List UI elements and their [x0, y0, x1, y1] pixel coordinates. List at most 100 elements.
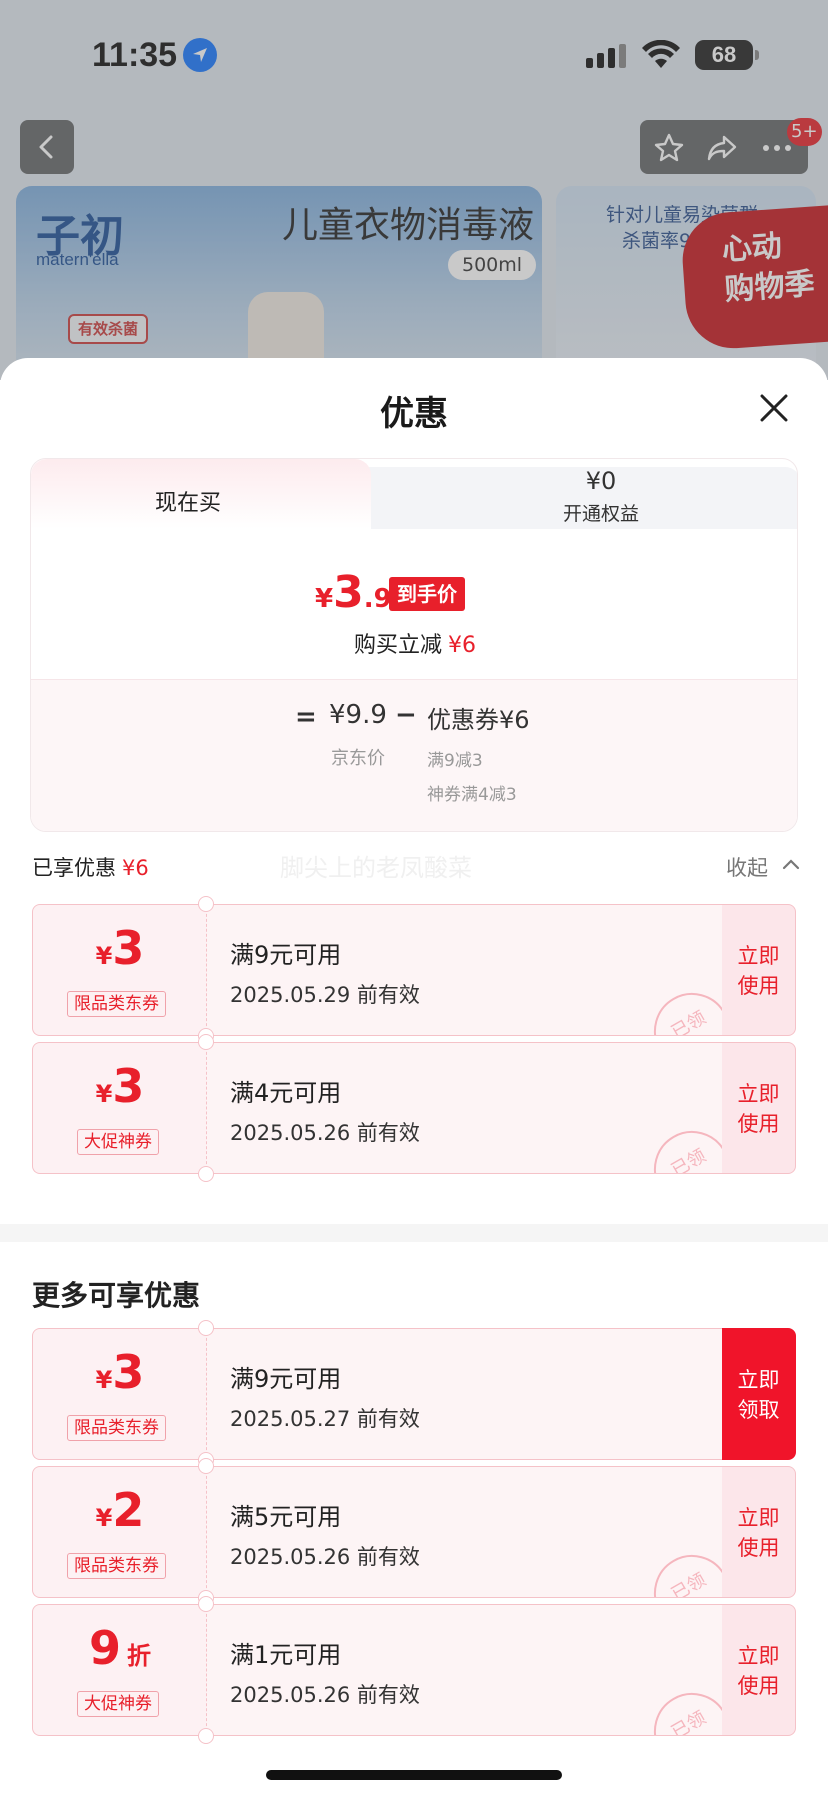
- coupon-info: 满5元可用 2025.05.26 前有效 已领: [206, 1466, 722, 1598]
- coupon-notch: [198, 1728, 214, 1744]
- coupon-value: 3: [112, 921, 145, 975]
- coupon-amount: 9折: [33, 1621, 207, 1675]
- calc-original-label: 京东价: [331, 748, 385, 769]
- coupon-card[interactable]: ¥3 限品类东券 满9元可用 2025.05.29 前有效 已领 立即 使用: [32, 896, 796, 1044]
- tab-buy-now[interactable]: 现在买: [31, 459, 371, 529]
- use-now-button[interactable]: 立即 使用: [722, 904, 796, 1036]
- tab-membership-amount: ¥0: [585, 467, 617, 495]
- discount-sheet: 优惠 ¥0 开通权益 现在买 ¥3.9 到手价 购买立减 ¥6 = ¥9.9 − …: [0, 358, 828, 1795]
- coupon-notch: [198, 896, 214, 912]
- claimed-stamp: 已领: [640, 1117, 722, 1173]
- coupon-separator: [206, 1466, 207, 1598]
- home-indicator[interactable]: [266, 1770, 562, 1780]
- section-divider: [0, 1224, 828, 1242]
- claimed-stamp: 已领: [640, 1541, 722, 1597]
- coupon-type: 大促神券: [77, 1129, 159, 1155]
- coupon-separator: [206, 1042, 207, 1174]
- coupon-card[interactable]: ¥2 限品类东券 满5元可用 2025.05.26 前有效 已领 立即 使用: [32, 1458, 796, 1606]
- use-now-button[interactable]: 立即 使用: [722, 1466, 796, 1598]
- instant-discount-label: 购买立减: [353, 633, 442, 658]
- watermark: 脚尖上的老凤酸菜: [280, 854, 472, 882]
- coupon-amount: ¥2: [33, 1483, 207, 1537]
- instant-discount-amount: ¥6: [448, 633, 476, 658]
- coupon-info: 满4元可用 2025.05.26 前有效 已领: [206, 1042, 722, 1174]
- instant-discount: 购买立减 ¥6: [31, 627, 797, 659]
- coupon-value-panel: ¥2 限品类东券: [32, 1466, 206, 1598]
- coupon-amount: ¥3: [33, 1059, 207, 1113]
- coupon-amount: ¥3: [33, 1345, 207, 1399]
- coupon-condition: 满4元可用: [230, 1079, 342, 1107]
- coupon-expiry: 2025.05.26 前有效: [230, 1121, 420, 1145]
- coupon-value: 3: [112, 1345, 145, 1399]
- coupon-separator: [206, 904, 207, 1036]
- coupon-expiry: 2025.05.27 前有效: [230, 1407, 420, 1431]
- coupon-condition: 满9元可用: [230, 941, 342, 969]
- coupon-type: 大促神券: [77, 1691, 159, 1717]
- coupon-card[interactable]: 9折 大促神券 满1元可用 2025.05.26 前有效 已领 立即 使用: [32, 1596, 796, 1744]
- coupon-condition: 满1元可用: [230, 1641, 342, 1669]
- coupon-unit: 折: [127, 1642, 151, 1670]
- coupon-value-panel: ¥3 限品类东券: [32, 904, 206, 1036]
- sheet-title: 优惠: [380, 394, 448, 434]
- claimed-stamp: 已领: [640, 1679, 722, 1735]
- calc-coupon-detail-2: 神券满4减3: [427, 785, 517, 805]
- claimed-stamp: 已领: [640, 979, 722, 1035]
- coupon-amount: ¥3: [33, 921, 207, 975]
- coupon-notch: [198, 1034, 214, 1050]
- close-icon[interactable]: [758, 392, 790, 424]
- product-page-background: 子初 matern'ella 儿童衣物消毒液 500ml 有效杀菌 针对儿童易染…: [0, 0, 828, 380]
- enjoyed-discount: 已享优惠 ¥6: [32, 852, 149, 882]
- coupon-value: 9: [88, 1621, 121, 1675]
- coupon-info: 满9元可用 2025.05.29 前有效 已领: [206, 904, 722, 1036]
- coupon-type: 限品类东券: [67, 991, 166, 1017]
- coupon-info: 满9元可用 2025.05.27 前有效: [206, 1328, 722, 1460]
- enjoyed-discount-amount: ¥6: [122, 856, 149, 880]
- final-price: ¥3.9: [315, 567, 392, 618]
- coupon-notch: [198, 1458, 214, 1474]
- final-price-currency: ¥: [315, 584, 334, 614]
- coupon-type: 限品类东券: [67, 1553, 166, 1579]
- calc-coupon-total: 优惠券¥6: [427, 706, 530, 734]
- chevron-up-icon[interactable]: [782, 858, 800, 870]
- coupon-value: 2: [112, 1483, 145, 1537]
- coupon-notch: [198, 1320, 214, 1336]
- coupon-expiry: 2025.05.26 前有效: [230, 1545, 420, 1569]
- coupon-value-panel: ¥3 限品类东券: [32, 1328, 206, 1460]
- tab-membership-label: 开通权益: [562, 503, 639, 525]
- price-breakdown-card: ¥0 开通权益 现在买 ¥3.9 到手价 购买立减 ¥6 = ¥9.9 − 优惠券…: [30, 458, 798, 832]
- coupon-notch: [198, 1166, 214, 1182]
- coupon-notch: [198, 1596, 214, 1612]
- coupon-value: 3: [112, 1059, 145, 1113]
- coupon-currency: ¥: [95, 1080, 113, 1108]
- calc-minus: −: [395, 700, 417, 730]
- coupon-card[interactable]: ¥3 大促神券 满4元可用 2025.05.26 前有效 已领 立即 使用: [32, 1034, 796, 1182]
- calc-equals: =: [295, 702, 317, 732]
- use-now-button[interactable]: 立即 使用: [722, 1604, 796, 1736]
- calc-original-price: ¥9.9: [329, 700, 387, 730]
- coupon-condition: 满5元可用: [230, 1503, 342, 1531]
- coupon-expiry: 2025.05.29 前有效: [230, 983, 420, 1007]
- coupon-separator: [206, 1604, 207, 1736]
- collapse-button[interactable]: 收起: [726, 852, 768, 882]
- coupon-expiry: 2025.05.26 前有效: [230, 1683, 420, 1707]
- coupon-value-panel: 9折 大促神券: [32, 1604, 206, 1736]
- coupon-value-panel: ¥3 大促神券: [32, 1042, 206, 1174]
- coupon-currency: ¥: [95, 1366, 113, 1394]
- final-price-decimal: .9: [363, 584, 392, 614]
- coupon-type: 限品类东券: [67, 1415, 166, 1441]
- coupon-card[interactable]: ¥3 限品类东券 满9元可用 2025.05.27 前有效 立即 领取: [32, 1320, 796, 1468]
- calc-coupon-detail-1: 满9减3: [427, 751, 483, 771]
- modal-overlay[interactable]: [0, 0, 828, 380]
- coupon-condition: 满9元可用: [230, 1365, 342, 1393]
- final-price-tag: 到手价: [389, 577, 465, 611]
- coupon-info: 满1元可用 2025.05.26 前有效 已领: [206, 1604, 722, 1736]
- claim-now-button[interactable]: 立即 领取: [722, 1328, 796, 1460]
- price-calculation: = ¥9.9 − 优惠券¥6 京东价 满9减3 神券满4减3: [31, 679, 797, 831]
- coupon-currency: ¥: [95, 942, 113, 970]
- final-price-integer: 3: [333, 567, 364, 618]
- tab-buy-now-label: 现在买: [155, 491, 222, 516]
- enjoyed-discount-label: 已享优惠: [32, 856, 116, 880]
- use-now-button[interactable]: 立即 使用: [722, 1042, 796, 1174]
- coupon-currency: ¥: [95, 1504, 113, 1532]
- more-discounts-title: 更多可享优惠: [32, 1279, 201, 1312]
